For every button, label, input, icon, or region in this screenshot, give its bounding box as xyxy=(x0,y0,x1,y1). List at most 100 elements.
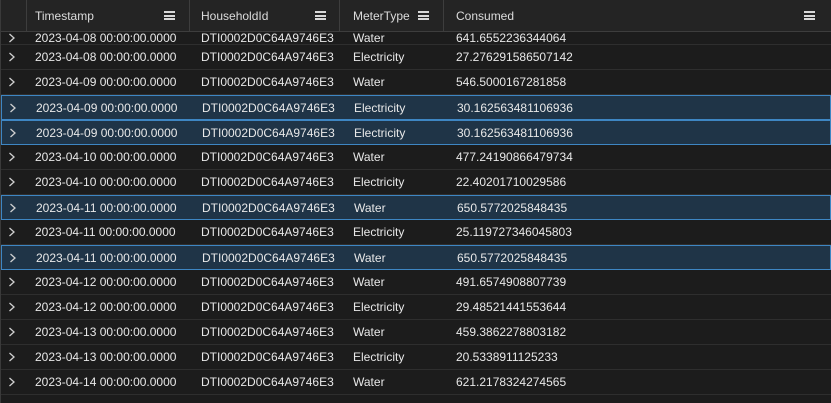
cell-consumed: 22.40201710029586 xyxy=(456,175,567,189)
cell-consumed: 29.48521441553644 xyxy=(456,300,567,314)
column-menu-icon[interactable] xyxy=(315,11,326,20)
cell-consumed: 459.3862278803182 xyxy=(456,325,567,339)
results-grid: Timestamp HouseholdId MeterType Consumed… xyxy=(0,0,831,403)
chevron-right-icon[interactable] xyxy=(6,121,20,145)
cell-metertype: Electricity xyxy=(353,225,405,239)
table-row[interactable]: 2023-04-13 00:00:00.0000 DTI0002D0C64A97… xyxy=(1,320,831,345)
table-row[interactable]: 2023-04-09 00:00:00.0000 DTI0002D0C64A97… xyxy=(1,70,831,95)
grid-header: Timestamp HouseholdId MeterType Consumed xyxy=(1,0,831,32)
cell-householdid: DTI0002D0C64A9746E3 xyxy=(202,101,335,115)
cell-householdid: DTI0002D0C64A9746E3 xyxy=(201,150,334,164)
cell-consumed: 477.24190866479734 xyxy=(456,150,573,164)
table-row[interactable]: 2023-04-08 00:00:00.0000 DTI0002D0C64A97… xyxy=(1,32,831,45)
column-menu-icon[interactable] xyxy=(418,11,429,20)
chevron-right-icon[interactable] xyxy=(5,370,19,394)
table-row[interactable]: 2023-04-09 00:00:00.0000 DTI0002D0C64A97… xyxy=(1,95,831,120)
cell-householdid: DTI0002D0C64A9746E3 xyxy=(201,275,334,289)
table-row[interactable]: 2023-04-11 00:00:00.0000 DTI0002D0C64A97… xyxy=(1,220,831,245)
cell-householdid: DTI0002D0C64A9746E3 xyxy=(201,175,334,189)
column-menu-icon[interactable] xyxy=(164,11,175,20)
cell-timestamp: 2023-04-09 00:00:00.0000 xyxy=(36,126,178,140)
cell-consumed: 650.5772025848435 xyxy=(457,201,568,215)
cell-consumed: 20.5338911125233 xyxy=(456,350,558,364)
cell-consumed: 25.119727346045803 xyxy=(456,225,572,239)
table-row[interactable]: 2023-04-08 00:00:00.0000 DTI0002D0C64A97… xyxy=(1,45,831,70)
table-row[interactable]: 2023-04-11 00:00:00.0000 DTI0002D0C64A97… xyxy=(1,245,831,270)
chevron-right-icon[interactable] xyxy=(5,320,19,344)
cell-timestamp: 2023-04-13 00:00:00.0000 xyxy=(35,325,177,339)
column-header-householdid[interactable]: HouseholdId xyxy=(190,0,340,31)
cell-consumed: 30.162563481106936 xyxy=(457,101,573,115)
cell-timestamp: 2023-04-09 00:00:00.0000 xyxy=(36,101,178,115)
chevron-right-icon[interactable] xyxy=(5,270,19,294)
chevron-right-icon[interactable] xyxy=(5,345,19,369)
cell-consumed: 650.5772025848435 xyxy=(457,251,568,265)
cell-metertype: Electricity xyxy=(353,175,405,189)
chevron-right-icon[interactable] xyxy=(5,32,19,44)
table-row[interactable]: 2023-04-10 00:00:00.0000 DTI0002D0C64A97… xyxy=(1,145,831,170)
cell-timestamp: 2023-04-12 00:00:00.0000 xyxy=(35,300,177,314)
chevron-right-icon[interactable] xyxy=(5,295,19,319)
chevron-right-icon[interactable] xyxy=(5,145,19,169)
chevron-right-icon[interactable] xyxy=(5,220,19,244)
cell-householdid: DTI0002D0C64A9746E3 xyxy=(201,32,334,45)
cell-timestamp: 2023-04-10 00:00:00.0000 xyxy=(35,150,177,164)
cell-metertype: Water xyxy=(353,75,385,89)
chevron-right-icon[interactable] xyxy=(5,45,19,69)
chevron-right-icon[interactable] xyxy=(6,96,20,120)
cell-metertype: Water xyxy=(354,251,386,265)
cell-metertype: Water xyxy=(353,375,385,389)
column-header-label: MeterType xyxy=(353,8,410,23)
table-row[interactable]: 2023-04-14 00:00:00.0000 DTI0002D0C64A97… xyxy=(1,370,831,395)
cell-householdid: DTI0002D0C64A9746E3 xyxy=(201,350,334,364)
table-row[interactable]: 2023-04-12 00:00:00.0000 DTI0002D0C64A97… xyxy=(1,270,831,295)
cell-consumed: 621.2178324274565 xyxy=(456,375,567,389)
cell-householdid: DTI0002D0C64A9746E3 xyxy=(201,75,334,89)
cell-householdid: DTI0002D0C64A9746E3 xyxy=(202,251,335,265)
cell-householdid: DTI0002D0C64A9746E3 xyxy=(201,325,334,339)
table-row[interactable]: 2023-04-12 00:00:00.0000 DTI0002D0C64A97… xyxy=(1,295,831,320)
cell-timestamp: 2023-04-11 00:00:00.0000 xyxy=(36,251,177,265)
table-row[interactable]: 2023-04-09 00:00:00.0000 DTI0002D0C64A97… xyxy=(1,120,831,145)
cell-timestamp: 2023-04-13 00:00:00.0000 xyxy=(35,350,177,364)
chevron-right-icon[interactable] xyxy=(6,196,20,220)
cell-metertype: Electricity xyxy=(354,126,406,140)
cell-metertype: Electricity xyxy=(353,50,405,64)
cell-metertype: Electricity xyxy=(353,350,405,364)
column-header-metertype[interactable]: MeterType xyxy=(340,0,444,31)
cell-timestamp: 2023-04-09 00:00:00.0000 xyxy=(35,75,177,89)
chevron-right-icon[interactable] xyxy=(5,170,19,194)
cell-consumed: 30.162563481106936 xyxy=(457,126,573,140)
cell-consumed: 641.6552236344064 xyxy=(456,32,567,45)
column-header-label: Timestamp xyxy=(35,8,94,23)
cell-consumed: 546.5000167281858 xyxy=(456,75,567,89)
table-row[interactable]: 2023-04-11 00:00:00.0000 DTI0002D0C64A97… xyxy=(1,195,831,220)
cell-householdid: DTI0002D0C64A9746E3 xyxy=(202,126,335,140)
cell-metertype: Electricity xyxy=(354,101,406,115)
cell-timestamp: 2023-04-11 00:00:00.0000 xyxy=(36,201,177,215)
column-header-label: Consumed xyxy=(456,8,515,23)
cell-householdid: DTI0002D0C64A9746E3 xyxy=(202,201,335,215)
cell-metertype: Water xyxy=(353,325,385,339)
cell-timestamp: 2023-04-14 00:00:00.0000 xyxy=(35,375,177,389)
cell-metertype: Water xyxy=(353,150,385,164)
cell-timestamp: 2023-04-10 00:00:00.0000 xyxy=(35,175,177,189)
cell-householdid: DTI0002D0C64A9746E3 xyxy=(201,50,334,64)
cell-householdid: DTI0002D0C64A9746E3 xyxy=(201,300,334,314)
chevron-right-icon[interactable] xyxy=(5,70,19,94)
cell-consumed: 27.276291586507142 xyxy=(456,50,573,64)
column-menu-icon[interactable] xyxy=(804,11,815,20)
cell-metertype: Water xyxy=(353,275,385,289)
cell-timestamp: 2023-04-08 00:00:00.0000 xyxy=(35,50,177,64)
cell-timestamp: 2023-04-08 00:00:00.0000 xyxy=(35,32,177,45)
column-header-timestamp[interactable]: Timestamp xyxy=(27,0,190,31)
column-header-label: HouseholdId xyxy=(201,8,269,23)
grid-body: 2023-04-08 00:00:00.0000 DTI0002D0C64A97… xyxy=(1,32,831,395)
chevron-right-icon[interactable] xyxy=(6,246,20,270)
table-row[interactable]: 2023-04-13 00:00:00.0000 DTI0002D0C64A97… xyxy=(1,345,831,370)
cell-householdid: DTI0002D0C64A9746E3 xyxy=(201,375,334,389)
cell-metertype: Water xyxy=(353,32,385,45)
column-header-consumed[interactable]: Consumed xyxy=(444,0,831,31)
cell-timestamp: 2023-04-12 00:00:00.0000 xyxy=(35,275,177,289)
table-row[interactable]: 2023-04-10 00:00:00.0000 DTI0002D0C64A97… xyxy=(1,170,831,195)
